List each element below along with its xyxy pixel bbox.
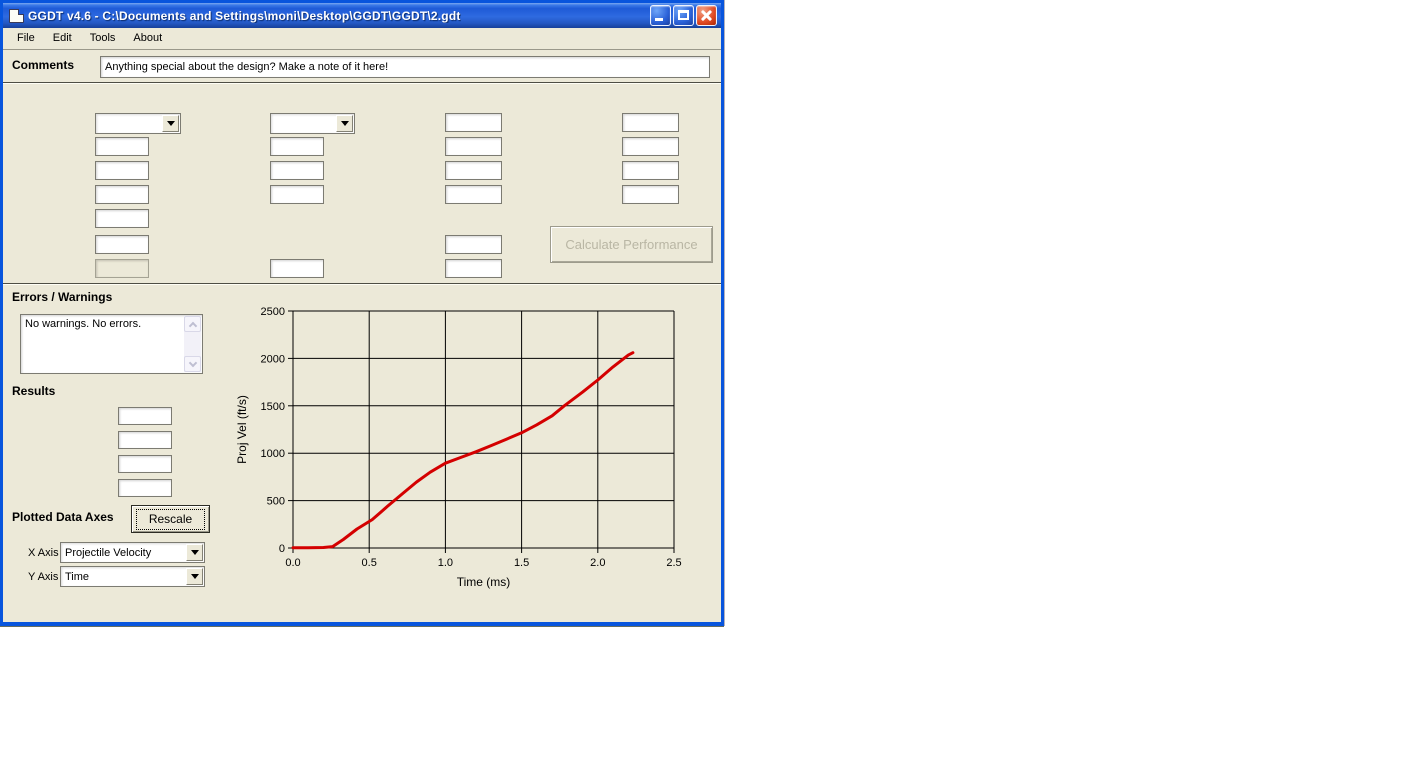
- friction-input[interactable]: [622, 113, 679, 132]
- chevron-down-icon: [189, 359, 197, 367]
- scroll-down-button[interactable]: [184, 356, 201, 372]
- title-bar[interactable]: GGDT v4.6 - C:\Documents and Settings\mo…: [3, 3, 721, 28]
- chevron-down-icon: [191, 574, 199, 579]
- svg-text:Proj Vel (ft/s): Proj Vel (ft/s): [235, 395, 249, 464]
- x-axis-dropdown-button[interactable]: [186, 544, 203, 561]
- temperature-input[interactable]: [95, 137, 149, 156]
- gas-dropdown-button[interactable]: [162, 115, 179, 132]
- errors-scrollbar[interactable]: [184, 316, 201, 372]
- maximize-button[interactable]: [673, 5, 694, 26]
- svg-text:1000: 1000: [261, 448, 285, 460]
- svg-text:2.5: 2.5: [666, 557, 681, 569]
- y-axis-value: Time: [61, 571, 185, 583]
- menu-about[interactable]: About: [124, 29, 171, 48]
- chevron-down-icon: [341, 121, 349, 126]
- valve-type-dropdown-button[interactable]: [336, 115, 353, 132]
- muzzle-velocity-output: [118, 479, 172, 497]
- minimize-icon: [655, 18, 663, 21]
- travel-time-output: [118, 407, 172, 425]
- valve-type-combo[interactable]: [270, 113, 355, 134]
- x-axis-value: Projectile Velocity: [61, 547, 185, 559]
- errors-title: Errors / Warnings: [12, 290, 112, 304]
- separator: [3, 82, 721, 84]
- maximize-icon: [678, 10, 689, 20]
- scroll-up-button[interactable]: [184, 316, 201, 332]
- rescale-button[interactable]: Rescale: [131, 505, 210, 533]
- separator: [3, 283, 721, 285]
- menu-file[interactable]: File: [8, 29, 44, 48]
- app-window: GGDT v4.6 - C:\Documents and Settings\mo…: [0, 0, 724, 626]
- svg-text:2000: 2000: [261, 353, 285, 365]
- errors-textbox[interactable]: No warnings. No errors.: [20, 314, 203, 374]
- y-axis-dropdown-button[interactable]: [186, 568, 203, 585]
- menu-edit[interactable]: Edit: [44, 29, 81, 48]
- svg-text:500: 500: [267, 496, 285, 508]
- menu-bar: FileEditToolsAbout: [3, 28, 721, 50]
- piston-diam-input[interactable]: [445, 113, 502, 132]
- piston-mass-input[interactable]: [445, 137, 502, 156]
- volume-input: [95, 259, 149, 278]
- pressure-drop-output: [118, 431, 172, 449]
- chevron-up-icon: [189, 322, 197, 330]
- menu-tools[interactable]: Tools: [81, 29, 125, 48]
- x-axis-combo[interactable]: Projectile Velocity: [60, 542, 205, 563]
- svg-text:2500: 2500: [261, 306, 285, 318]
- inner-diam-input[interactable]: [95, 209, 149, 228]
- dead-volume-input[interactable]: [270, 259, 324, 278]
- comments-input[interactable]: Anything special about the design? Make …: [100, 56, 710, 78]
- outer-diam-input[interactable]: [95, 185, 149, 204]
- y-axis-combo[interactable]: Time: [60, 566, 205, 587]
- diameter-input[interactable]: [622, 161, 679, 180]
- results-title: Results: [12, 384, 55, 398]
- svg-text:1500: 1500: [261, 401, 285, 413]
- mass-input[interactable]: [622, 137, 679, 156]
- svg-text:1.5: 1.5: [514, 557, 529, 569]
- flow-coef-input[interactable]: [270, 161, 324, 180]
- vent-diam-input[interactable]: [445, 161, 502, 180]
- svg-text:Time (ms): Time (ms): [457, 575, 511, 589]
- chevron-down-icon: [191, 550, 199, 555]
- close-button[interactable]: [696, 5, 717, 26]
- errors-text: No warnings. No errors.: [25, 318, 182, 330]
- bore-input[interactable]: [445, 235, 502, 254]
- svg-text:2.0: 2.0: [590, 557, 605, 569]
- y-axis-label: Y Axis: [28, 571, 58, 583]
- comments-label: Comments: [12, 58, 74, 72]
- svg-text:0.0: 0.0: [285, 557, 300, 569]
- plotted-axes-title: Plotted Data Axes: [12, 510, 114, 524]
- length-input[interactable]: [445, 259, 502, 278]
- svg-text:0: 0: [279, 543, 285, 555]
- chevron-down-icon: [167, 121, 175, 126]
- seat-diam-input[interactable]: [270, 185, 324, 204]
- velocity-time-chart: 0.0 0.5 1.0 1.5 2.0 2.5 0 500 1000 1500 2000 2500 Ti…: [228, 294, 706, 610]
- svg-text:1.0: 1.0: [438, 557, 453, 569]
- minimize-button[interactable]: [650, 5, 671, 26]
- window-title: GGDT v4.6 - C:\Documents and Settings\mo…: [28, 9, 461, 23]
- length-input[interactable]: [95, 235, 149, 254]
- pilot-volume-input[interactable]: [445, 185, 502, 204]
- app-icon: [9, 9, 24, 23]
- x-axis-label: X Axis: [28, 547, 59, 559]
- svg-text:0.5: 0.5: [362, 557, 377, 569]
- initial-position-input[interactable]: [622, 185, 679, 204]
- pressure-input[interactable]: [95, 161, 149, 180]
- calculate-performance-button[interactable]: Calculate Performance: [550, 226, 713, 263]
- gas-combo[interactable]: [95, 113, 181, 134]
- muzzle-energy-output: [118, 455, 172, 473]
- of-valves-input[interactable]: [270, 137, 324, 156]
- rescale-button-label: Rescale: [136, 509, 205, 530]
- window-controls: [650, 5, 717, 26]
